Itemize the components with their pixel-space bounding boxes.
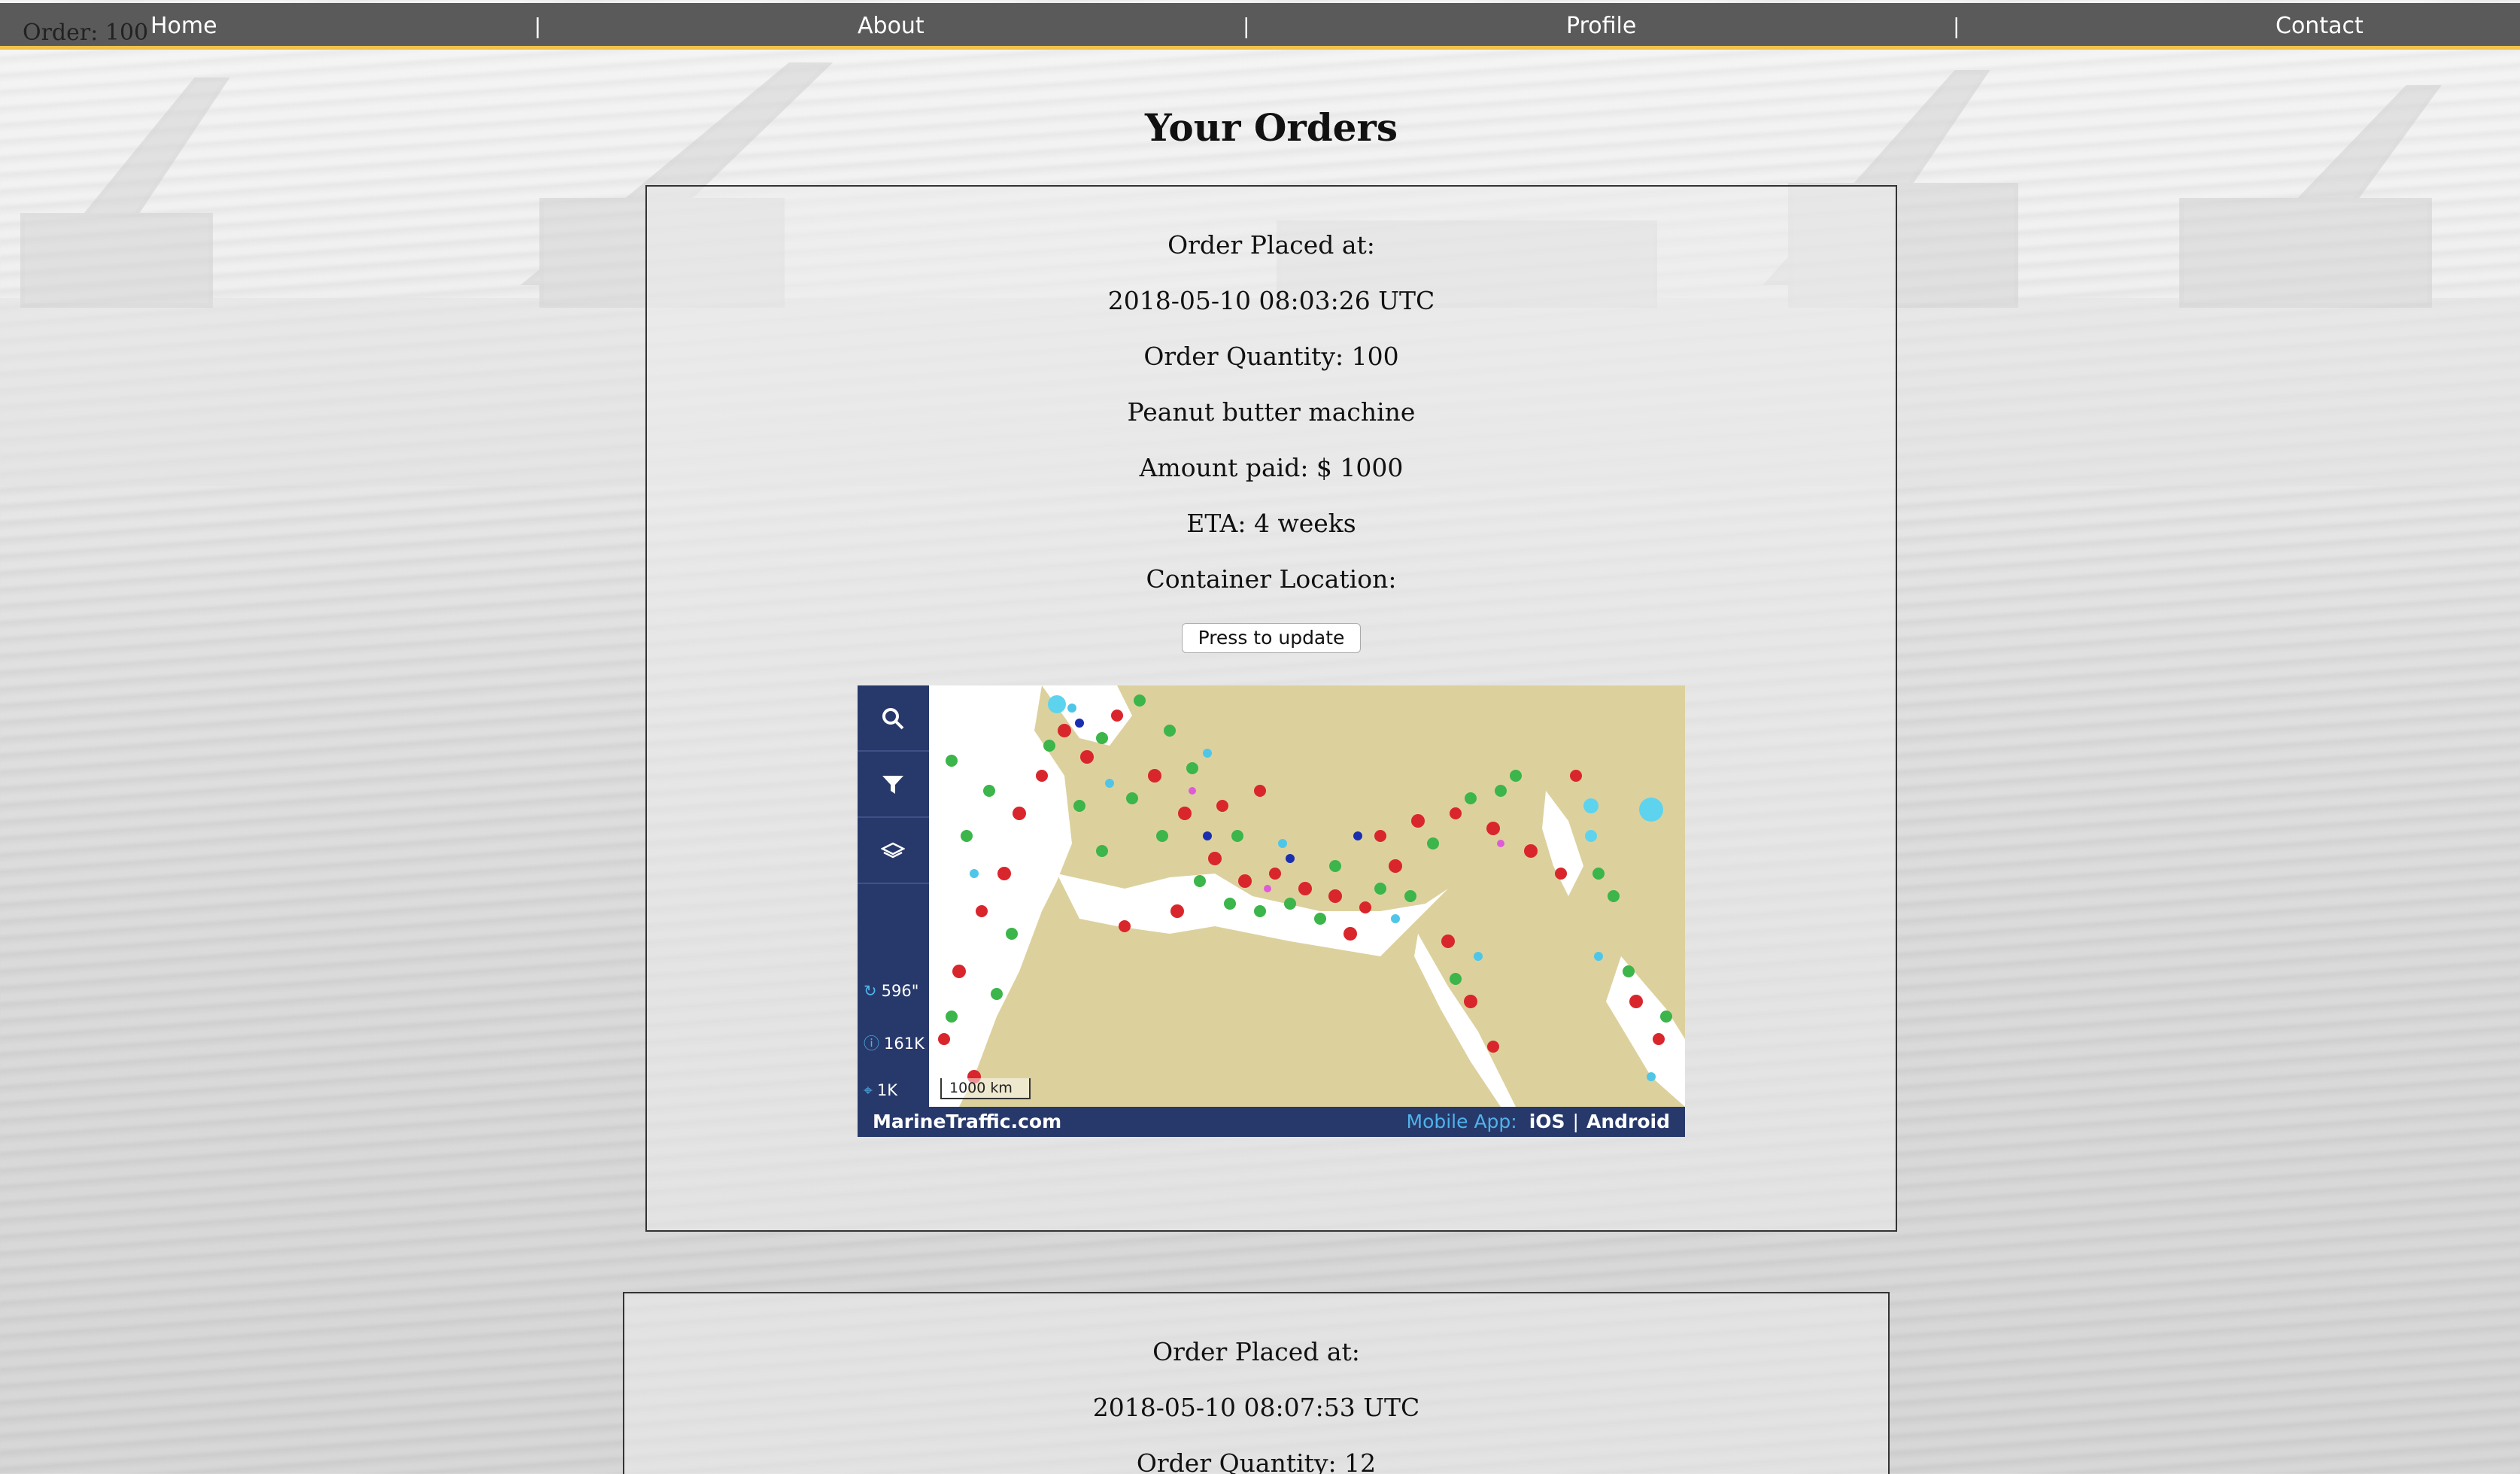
marinetraffic-brand-link[interactable]: MarineTraffic.com <box>873 1107 1061 1137</box>
nav-separator: | <box>534 14 542 38</box>
map-layers-button[interactable] <box>858 818 929 884</box>
map-search-button[interactable] <box>858 685 929 752</box>
order-quantity: Order Quantity: 12 <box>1136 1448 1377 1474</box>
ios-app-link[interactable]: iOS <box>1529 1111 1565 1132</box>
info-icon: ⓘ <box>864 1035 879 1053</box>
mobile-app-links: Mobile App: iOS | Android <box>1407 1107 1671 1137</box>
nav-home-link[interactable]: Home <box>150 3 217 50</box>
nav-separator: | <box>1953 14 1960 38</box>
layers-icon <box>881 842 905 859</box>
android-app-link[interactable]: Android <box>1586 1111 1670 1132</box>
crosshair-icon: ⌖ <box>864 1081 873 1099</box>
order-card: Order Placed at: 2018-05-10 08:03:26 UTC… <box>645 185 1897 1232</box>
container-location-map[interactable]: ↻ 596" ⓘ 161K ⌖ 1K 1000 km MarineTraffic.co… <box>858 685 1685 1137</box>
container-location-label: Container Location: <box>1146 564 1397 594</box>
order-card: Order Placed at: 2018-05-10 08:07:53 UTC… <box>623 1292 1890 1474</box>
order-product-name: Peanut butter machine <box>1127 397 1416 427</box>
page-title: Your Orders <box>1145 105 1398 150</box>
order-amount-paid: Amount paid: $ 1000 <box>1139 453 1404 482</box>
filter-icon <box>882 776 903 794</box>
search-icon <box>882 708 904 730</box>
refresh-icon: ↻ <box>864 982 877 1000</box>
nav-about-link[interactable]: About <box>858 3 925 50</box>
order-count-label: Order: 100 <box>23 20 149 46</box>
nav-profile-link[interactable]: Profile <box>1566 3 1636 50</box>
nav-separator: | <box>1243 14 1250 38</box>
map-vessels-stat: ⓘ 161K <box>864 1032 925 1054</box>
map-gps-stat: ⌖ 1K <box>864 1081 897 1100</box>
vessel-count: 161K <box>884 1035 925 1053</box>
nav-contact-link[interactable]: Contact <box>2276 3 2364 50</box>
gps-count: 1K <box>876 1081 897 1099</box>
map-vessel-layer[interactable] <box>929 685 1685 1107</box>
order-placed-label: Order Placed at: <box>1167 230 1375 260</box>
map-scale-bar: 1000 km <box>940 1078 1031 1099</box>
app-link-separator: | <box>1572 1111 1579 1132</box>
order-placed-timestamp: 2018-05-10 08:07:53 UTC <box>1092 1393 1420 1422</box>
order-quantity: Order Quantity: 100 <box>1143 342 1399 371</box>
order-eta: ETA: 4 weeks <box>1186 509 1356 538</box>
refresh-countdown: 596" <box>881 982 919 1000</box>
update-location-button[interactable]: Press to update <box>1182 623 1361 653</box>
mobile-app-label: Mobile App: <box>1406 1111 1517 1132</box>
order-placed-label: Order Placed at: <box>1152 1337 1360 1366</box>
map-toolbar: ↻ 596" ⓘ 161K ⌖ 1K <box>858 685 929 1107</box>
order-placed-timestamp: 2018-05-10 08:03:26 UTC <box>1107 286 1435 315</box>
map-refresh-stat: ↻ 596" <box>864 982 918 1000</box>
map-filter-button[interactable] <box>858 752 929 818</box>
map-footer: MarineTraffic.com Mobile App: iOS | Android <box>858 1107 1685 1137</box>
top-navbar: Home | About | Profile | Contact <box>0 3 2520 50</box>
